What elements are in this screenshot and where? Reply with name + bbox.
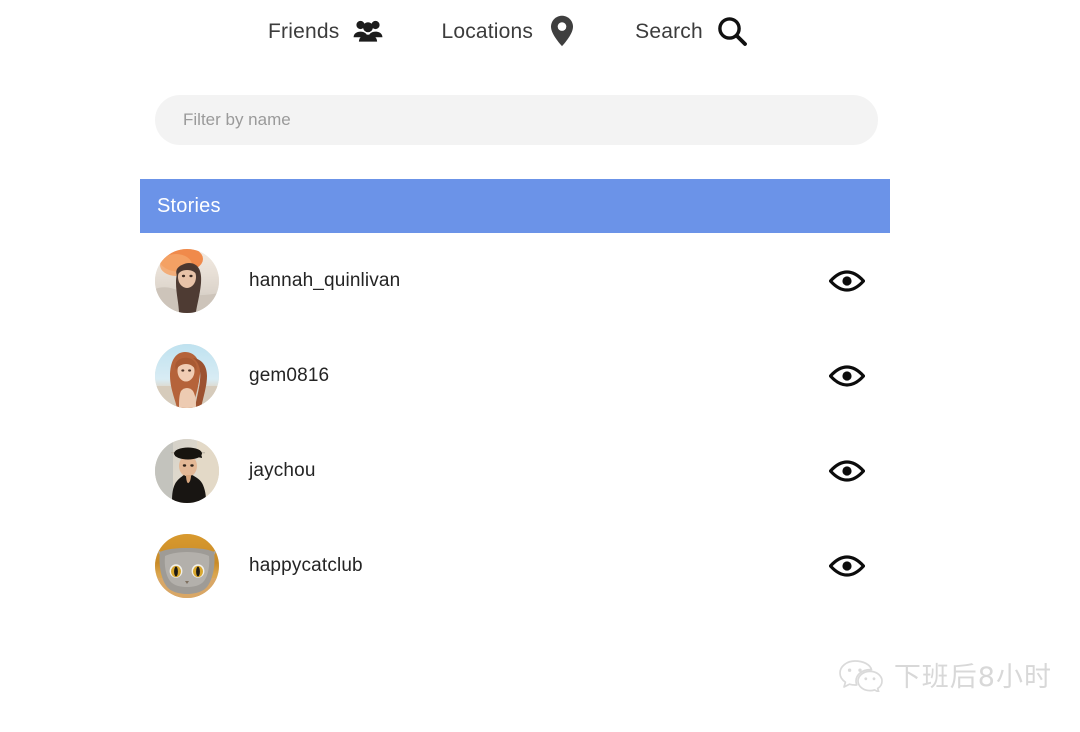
filter-by-name-input[interactable] bbox=[155, 95, 878, 145]
nav-label-friends: Friends bbox=[268, 19, 340, 43]
filter-container bbox=[0, 62, 1080, 145]
nav-label-search: Search bbox=[635, 19, 703, 43]
eye-icon[interactable] bbox=[824, 543, 870, 589]
avatar-jaychou bbox=[155, 438, 219, 503]
section-header-stories: Stories bbox=[140, 179, 890, 233]
location-pin-icon bbox=[545, 14, 579, 48]
wechat-icon bbox=[838, 658, 884, 692]
magnifier-icon bbox=[715, 14, 749, 48]
eye-icon[interactable] bbox=[824, 448, 870, 494]
stories-list: hannah_quinlivan gem0816 jaychou happyca… bbox=[0, 233, 1080, 613]
nav-label-locations: Locations bbox=[441, 19, 534, 43]
list-item-name: jaychou bbox=[249, 459, 316, 481]
list-item[interactable]: gem0816 bbox=[140, 328, 890, 423]
eye-icon[interactable] bbox=[824, 353, 870, 399]
list-item-name: gem0816 bbox=[249, 364, 330, 386]
avatar-gem bbox=[155, 343, 219, 408]
list-item-name: hannah_quinlivan bbox=[249, 269, 401, 291]
nav-item-search[interactable]: Search bbox=[635, 14, 749, 48]
avatar-hannah bbox=[155, 248, 219, 313]
nav-item-locations[interactable]: Locations bbox=[441, 14, 579, 48]
watermark-text: 下班后8小时 bbox=[893, 662, 1052, 693]
nav-item-friends[interactable]: Friends bbox=[268, 14, 385, 48]
people-group-icon bbox=[351, 14, 385, 48]
section-title: Stories bbox=[157, 194, 221, 217]
list-item[interactable]: happycatclub bbox=[140, 518, 890, 613]
top-navigation: Friends Locations Search bbox=[0, 0, 1080, 62]
list-item[interactable]: hannah_quinlivan bbox=[140, 233, 890, 328]
list-item-name: happycatclub bbox=[249, 554, 363, 576]
watermark: 下班后8小时 bbox=[838, 655, 1052, 694]
eye-icon[interactable] bbox=[824, 258, 870, 304]
list-item[interactable]: jaychou bbox=[140, 423, 890, 518]
avatar-cat bbox=[155, 533, 219, 598]
